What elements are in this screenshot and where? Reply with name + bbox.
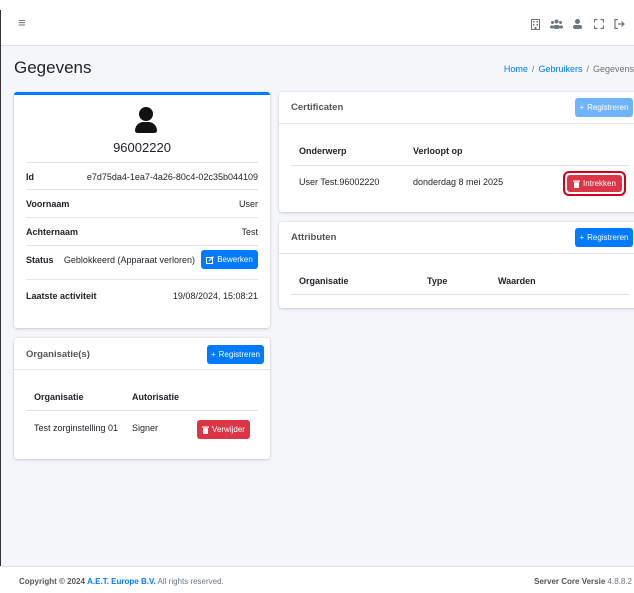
footer-rights: All rights reserved. [157, 577, 224, 586]
org-col-authorisation: Autorisatie [132, 392, 180, 402]
revoke-certificate-label: Intrekken [583, 179, 616, 188]
org-header-divider [26, 410, 258, 411]
register-attribute-button[interactable]: + Registreren [575, 228, 633, 247]
edit-icon [206, 255, 215, 264]
register-organisation-button[interactable]: + Registreren [207, 345, 264, 364]
org-cell-organisation: Test zorginstelling 01 [34, 423, 119, 433]
breadcrumb-separator: / [531, 64, 535, 74]
footer-copyright: Copyright © 2024 A.E.T. Europe B.V. All … [19, 577, 224, 586]
organisations-card-header: Organisatie(s) + Registreren [14, 338, 270, 370]
profile-value-status: Geblokkeerd (Apparaat verloren) [63, 255, 195, 265]
org-cell-authorisation: Signer [132, 423, 159, 433]
cert-col-subject: Onderwerp [299, 146, 347, 156]
certificates-card: Certificaten + Registreren Onderwerp Verl… [279, 92, 634, 212]
trash-icon [202, 426, 210, 434]
building-icon[interactable] [525, 16, 546, 32]
cert-header-divider [291, 165, 629, 166]
trash-icon [573, 180, 581, 188]
attributes-card: Attributen + Registreren Organisatie Type… [279, 222, 634, 308]
footer-copyright-prefix: Copyright © 2024 [19, 577, 85, 586]
plus-icon: + [579, 233, 585, 242]
hamburger-menu-icon[interactable]: ≡ [18, 16, 26, 30]
certificates-card-header: Certificaten + Registreren [279, 92, 634, 124]
organisations-card-title: Organisatie(s) [26, 349, 90, 360]
attr-col-values: Waarden [498, 276, 536, 286]
remove-organisation-label: Verwijder [212, 425, 245, 434]
cert-cell-subject: User Test.96002220 [299, 177, 380, 187]
breadcrumb-separator: / [586, 64, 589, 74]
breadcrumb: Home / Gebruikers / Gegevens [504, 64, 634, 74]
profile-value-last-activity: 19/08/2024, 15:08:21 [172, 291, 258, 301]
profile-row-id: Id e7d75da4-1ea7-4a26-80c4-02c35b044109 [26, 162, 258, 190]
breadcrumb-current: Gegevens [592, 64, 634, 74]
avatar-user-icon [135, 107, 157, 133]
plus-icon: + [210, 350, 216, 359]
register-certificate-button[interactable]: + Registreren [575, 98, 633, 117]
cert-cell-expires: donderdag 8 mei 2025 [413, 177, 504, 187]
attributes-card-title: Attributen [291, 232, 337, 243]
footer: Copyright © 2024 A.E.T. Europe B.V. All … [0, 566, 634, 593]
breadcrumb-users-link[interactable]: Gebruikers [538, 64, 582, 74]
profile-value-id: e7d75da4-1ea7-4a26-80c4-02c35b044109 [86, 172, 258, 182]
profile-label-last-name: Achternaam [26, 227, 79, 237]
remove-organisation-button[interactable]: Verwijder [197, 420, 250, 439]
register-attribute-label: Registreren [587, 233, 629, 242]
expand-icon[interactable] [588, 16, 609, 32]
profile-value-first-name: User [238, 199, 258, 209]
breadcrumb-home-link[interactable]: Home [504, 64, 528, 74]
footer-version-number: 4.8.8.2 [607, 577, 632, 586]
certificates-card-title: Certificaten [291, 102, 344, 113]
profile-row-first-name: Voornaam User [26, 190, 258, 218]
profile-label-first-name: Voornaam [26, 199, 70, 209]
profile-row-status: Status Geblokkeerd (Apparaat verloren) B… [26, 246, 258, 280]
footer-version: Server Core Versie 4.8.8.2 [534, 577, 632, 586]
profile-card: 96002220 Id e7d75da4-1ea7-4a26-80c4-02c3… [14, 92, 270, 328]
plus-icon: + [579, 103, 585, 112]
register-organisation-label: Registreren [218, 350, 261, 359]
footer-company-link[interactable]: A.E.T. Europe B.V. [87, 577, 156, 586]
edit-status-label: Bewerken [217, 255, 253, 264]
user-icon[interactable] [567, 16, 588, 32]
top-navbar: ≡ [0, 0, 634, 593]
profile-label-id: Id [26, 172, 34, 182]
edit-status-button[interactable]: Bewerken [201, 250, 258, 269]
profile-username: 96002220 [113, 140, 171, 155]
users-icon[interactable] [546, 16, 567, 32]
attributes-card-header: Attributen + Registreren [279, 222, 634, 254]
attr-col-organisation: Organisatie [299, 276, 349, 286]
footer-version-label: Server Core Versie [534, 577, 606, 586]
logout-icon[interactable] [609, 16, 630, 32]
attr-header-divider [291, 294, 629, 295]
revoke-certificate-button[interactable]: Intrekken [567, 175, 622, 192]
profile-label-last-activity: Laatste activiteit [26, 291, 97, 301]
register-certificate-label: Registreren [587, 103, 629, 112]
cert-col-expires: Verloopt op [413, 146, 463, 156]
attr-col-type: Type [427, 276, 448, 286]
page-title: Gegevens [14, 58, 92, 77]
org-col-organisation: Organisatie [34, 392, 84, 402]
profile-value-last-name: Test [241, 227, 258, 237]
navbar-icons [525, 16, 630, 32]
profile-row-last-activity: Laatste activiteit 19/08/2024, 15:08:21 [26, 282, 258, 310]
profile-row-last-name: Achternaam Test [26, 218, 258, 246]
profile-label-status: Status [26, 255, 54, 265]
organisations-card: Organisatie(s) + Registreren Organisatie … [14, 338, 270, 459]
